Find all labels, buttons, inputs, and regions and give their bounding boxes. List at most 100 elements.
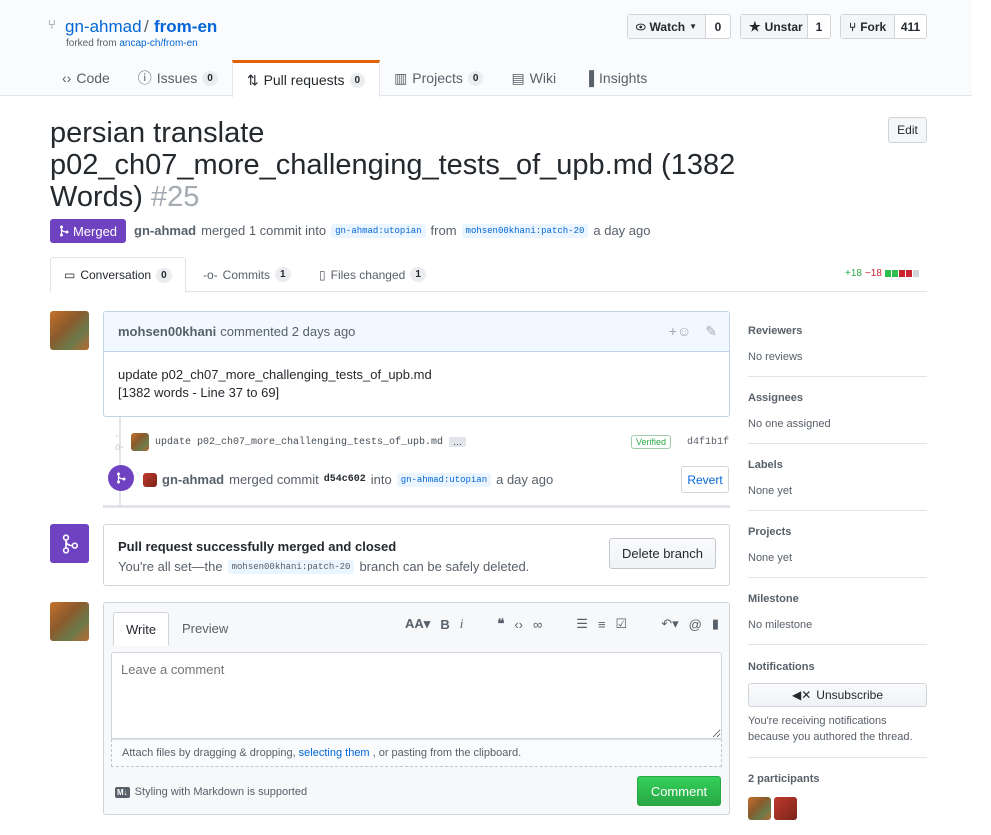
merge-target-branch[interactable]: gn-ahmad:utopian — [396, 472, 492, 487]
reply-icon[interactable]: ↶▾ — [661, 616, 678, 632]
merger-avatar[interactable] — [143, 472, 157, 487]
sidebar-assignees: Assignees No one assigned — [748, 392, 927, 430]
preview-tab[interactable]: Preview — [170, 612, 240, 645]
tab-code[interactable]: ‹› Code — [48, 60, 124, 96]
pull-requests-count: 0 — [349, 72, 366, 88]
eye-icon — [636, 23, 646, 30]
milestone-heading[interactable]: Milestone — [748, 593, 927, 605]
commit-expand-button[interactable]: … — [449, 437, 467, 447]
tab-commits[interactable]: -o- Commits 1 — [190, 257, 304, 292]
bold-icon[interactable]: B — [440, 617, 449, 632]
forked-prefix: forked from — [66, 38, 120, 49]
star-count[interactable]: 1 — [808, 15, 830, 38]
tab-wiki[interactable]: ▤ Wiki — [497, 60, 570, 96]
unstar-button[interactable]: ★ Unstar — [741, 15, 808, 38]
forked-from-link[interactable]: ancap-ch/from-en — [119, 38, 197, 49]
pr-from-text: from — [430, 223, 457, 238]
base-branch[interactable]: gn-ahmad:utopian — [331, 223, 426, 238]
star-icon: ★ — [749, 18, 761, 34]
code-icon: ‹› — [62, 70, 72, 86]
mention-icon[interactable]: @ — [689, 617, 702, 632]
comment-line-2: [1382 words - Line 37 to 69] — [118, 385, 280, 400]
repo-separator: / — [144, 17, 149, 36]
add-reaction-icon[interactable]: +☺ — [669, 323, 691, 340]
markdown-note-text: Styling with Markdown is supported — [134, 786, 308, 798]
reviewers-heading[interactable]: Reviewers — [748, 325, 927, 337]
pr-author-link[interactable]: gn-ahmad — [134, 223, 196, 238]
projects-count: 0 — [467, 70, 484, 86]
comment-discussion-icon: ▭ — [64, 268, 76, 282]
commit-author-avatar[interactable] — [131, 433, 149, 451]
merge-event — [108, 465, 134, 491]
participant-avatar[interactable] — [748, 797, 771, 820]
bookmark-icon[interactable]: ▮ — [712, 616, 719, 632]
link-icon[interactable]: ∞ — [533, 617, 542, 632]
current-user-avatar[interactable] — [50, 602, 89, 641]
repo-owner-link[interactable]: gn-ahmad — [65, 17, 142, 37]
write-tab[interactable]: Write — [113, 612, 170, 646]
labels-heading[interactable]: Labels — [748, 459, 927, 471]
diff-deletions: −18 — [864, 268, 882, 279]
git-merge-icon — [117, 472, 126, 484]
participants-heading: 2 participants — [748, 773, 820, 785]
commit-icon: -o- — [115, 431, 124, 453]
projects-heading[interactable]: Projects — [748, 526, 927, 538]
comment-timestamp[interactable]: commented 2 days ago — [220, 324, 355, 339]
merge-icon — [59, 225, 69, 237]
watch-count[interactable]: 0 — [706, 15, 730, 38]
fork-button[interactable]: ⑂ Fork — [841, 15, 895, 38]
tab-projects-label: Projects — [412, 70, 463, 86]
pencil-icon[interactable]: ✎ — [705, 323, 717, 340]
tab-files-changed[interactable]: ▯ Files changed 1 — [306, 257, 439, 292]
revert-button[interactable]: Revert — [681, 466, 729, 493]
watch-label: Watch — [649, 19, 686, 34]
tab-insights[interactable]: ▐ Insights — [570, 60, 661, 96]
fork-label: Fork — [860, 19, 887, 34]
assignees-value: No one assigned — [748, 418, 831, 430]
select-files-link[interactable]: selecting them — [299, 747, 370, 759]
tab-issues[interactable]: ⓘ Issues 0 — [124, 60, 232, 96]
merge-commit-sha[interactable]: d54c602 — [324, 474, 366, 485]
repo-name-link[interactable]: from-en — [154, 17, 217, 37]
edit-title-button[interactable]: Edit — [888, 117, 927, 143]
merged-state-badge: Merged — [50, 219, 126, 243]
file-attach-area[interactable]: Attach files by dragging & dropping, sel… — [111, 739, 722, 767]
comment-header: mohsen00khani commented 2 days ago +☺ ✎ — [104, 312, 729, 352]
task-list-icon[interactable]: ☑ — [616, 616, 628, 632]
comment-author-link[interactable]: mohsen00khani — [118, 324, 216, 339]
head-branch[interactable]: mohsen00khani:patch-20 — [461, 223, 589, 238]
tab-pull-requests[interactable]: ⇅ Pull requests 0 — [231, 60, 381, 97]
comment-textarea[interactable] — [111, 652, 722, 739]
issue-icon: ⓘ — [137, 70, 152, 86]
notifications-note: You're receiving notifications because y… — [748, 715, 913, 743]
merger-link[interactable]: gn-ahmad — [162, 472, 224, 487]
code-icon[interactable]: ‹› — [514, 617, 523, 632]
assignees-heading[interactable]: Assignees — [748, 392, 927, 404]
commenter-avatar[interactable] — [50, 311, 89, 350]
verified-badge[interactable]: Verified — [630, 435, 671, 449]
participant-avatar[interactable] — [774, 797, 797, 820]
italic-icon[interactable]: i — [460, 616, 464, 632]
markdown-note[interactable]: M↓ Styling with Markdown is supported — [115, 786, 307, 798]
sidebar-divider — [748, 577, 927, 578]
forked-from-note: forked from ancap-ch/from-en — [66, 38, 198, 49]
unsubscribe-button[interactable]: ◀✕ Unsubscribe — [748, 683, 927, 707]
diffstat[interactable]: +18 −18 — [845, 268, 919, 279]
commit-icon: -o- — [203, 267, 218, 282]
sidebar-projects: Projects None yet — [748, 526, 927, 564]
commits-count: 1 — [275, 267, 291, 282]
quote-icon[interactable]: ❝ — [497, 616, 504, 632]
bulleted-list-icon[interactable]: ☰ — [576, 616, 588, 632]
text-size-icon[interactable]: AA▾ — [405, 616, 430, 632]
delete-branch-button[interactable]: Delete branch — [609, 538, 716, 569]
tab-conversation[interactable]: ▭ Conversation 0 — [50, 257, 186, 293]
comment-button[interactable]: Comment — [637, 776, 721, 806]
commit-message[interactable]: update p02_ch07_more_challenging_tests_o… — [155, 437, 443, 448]
watch-button[interactable]: Watch ▼ — [628, 15, 706, 38]
tab-issues-label: Issues — [156, 70, 198, 86]
fork-count[interactable]: 411 — [895, 15, 926, 38]
commit-sha[interactable]: d4f1b1f — [687, 437, 729, 448]
numbered-list-icon[interactable]: ≡ — [598, 617, 606, 632]
tab-projects[interactable]: ▥ Projects 0 — [380, 60, 497, 96]
repo-forked-icon: ⑂ — [48, 17, 56, 32]
